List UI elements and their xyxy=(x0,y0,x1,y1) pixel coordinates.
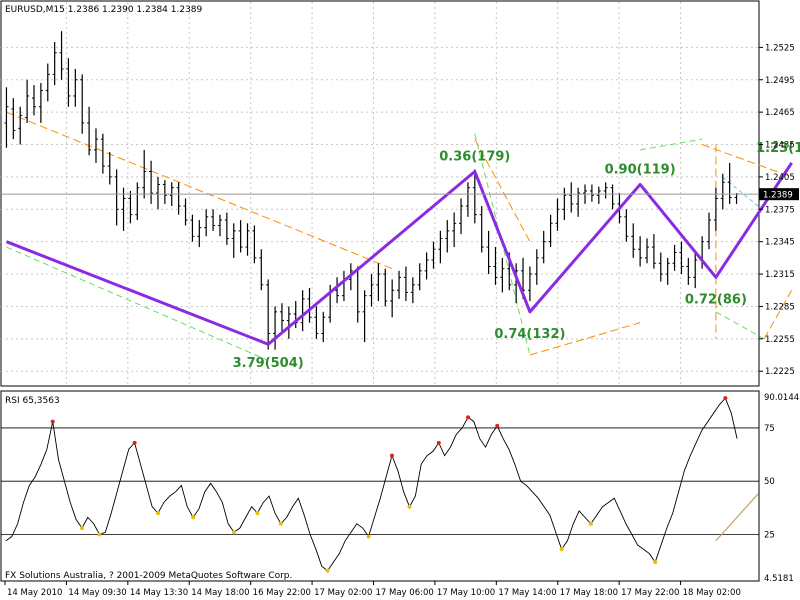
rsi-min-label: 4.5181 xyxy=(764,574,794,584)
price-tick-label: 1.2435 xyxy=(765,141,795,151)
rsi-trough-dot xyxy=(407,504,412,509)
rsi-trough-dot xyxy=(232,530,237,535)
rsi-peak-dot xyxy=(466,415,471,420)
rsi-peak-dot xyxy=(495,423,500,428)
price-tick-label: 1.2405 xyxy=(765,173,795,183)
price-tick-label: 1.2225 xyxy=(765,367,795,377)
time-tick-label: 14 May 18:00 xyxy=(191,588,249,598)
time-tick-label: 14 May 13:30 xyxy=(130,588,188,598)
rsi-trough-dot xyxy=(653,560,658,565)
rsi-trough-dot xyxy=(255,511,260,516)
rsi-trough-dot xyxy=(278,521,283,526)
price-tick-label: 1.2285 xyxy=(765,302,795,312)
rsi-peak-dot xyxy=(132,440,137,445)
time-tick-label: 14 May 2010 xyxy=(7,588,62,598)
rsi-trough-dot xyxy=(588,521,593,526)
rsi-trough-dot xyxy=(97,532,102,537)
time-tick-label: 18 May 02:00 xyxy=(683,588,741,598)
price-tick-label: 1.2495 xyxy=(765,76,795,86)
rsi-trough-dot xyxy=(366,534,371,539)
time-tick-label: 17 May 02:00 xyxy=(314,588,372,598)
rsi-peak-dot xyxy=(389,453,394,458)
rsi-trough-dot xyxy=(325,568,330,573)
zigzag-ratio-label: 3.79(504) xyxy=(233,356,304,371)
chart-title: EURUSD,M15 1.2386 1.2390 1.2384 1.2389 xyxy=(5,5,203,15)
rsi-trough-dot xyxy=(79,526,84,531)
time-tick-label: 17 May 22:00 xyxy=(621,588,679,598)
current-price-label: 1.2389 xyxy=(763,191,793,201)
zigzag-ratio-label: 0.72(86) xyxy=(685,292,747,307)
rsi-peak-dot xyxy=(723,396,728,401)
time-tick-label: 17 May 14:00 xyxy=(498,588,556,598)
time-tick-label: 17 May 10:00 xyxy=(437,588,495,598)
rsi-trough-dot xyxy=(191,515,196,520)
rsi-level-label: 50 xyxy=(764,477,775,487)
rsi-max-label: 90.0144 xyxy=(764,393,799,403)
rsi-peak-dot xyxy=(436,440,441,445)
footer-copyright: FX Solutions Australia, ? 2001-2009 Meta… xyxy=(5,571,292,581)
price-tick-label: 1.2255 xyxy=(765,335,795,345)
rsi-trough-dot xyxy=(559,547,564,552)
time-tick-label: 17 May 06:00 xyxy=(376,588,434,598)
rsi-level-label: 75 xyxy=(764,424,775,434)
zigzag-ratio-label: 0.74(132) xyxy=(494,327,565,342)
price-tick-label: 1.2345 xyxy=(765,238,795,248)
price-tick-label: 1.2315 xyxy=(765,270,795,280)
time-tick-label: 14 May 09:30 xyxy=(68,588,126,598)
time-tick-label: 17 May 18:00 xyxy=(560,588,618,598)
zigzag-ratio-label: 0.90(119) xyxy=(605,163,676,178)
chart-canvas: 75 50 25 3.79(504) 0.36(179) 0.74(132) 0.90(1… xyxy=(0,0,800,600)
time-tick-label: 16 May 22:00 xyxy=(253,588,311,598)
rsi-title: RSI 65,3563 xyxy=(5,396,60,406)
zigzag-ratio-label: 0.36(179) xyxy=(439,150,510,165)
price-tick-label: 1.2375 xyxy=(765,205,795,215)
rsi-peak-dot xyxy=(50,419,55,424)
price-tick-label: 1.2525 xyxy=(765,43,795,53)
rsi-trough-dot xyxy=(156,511,161,516)
price-tick-label: 1.2465 xyxy=(765,108,795,118)
rsi-level-label: 25 xyxy=(764,530,775,540)
